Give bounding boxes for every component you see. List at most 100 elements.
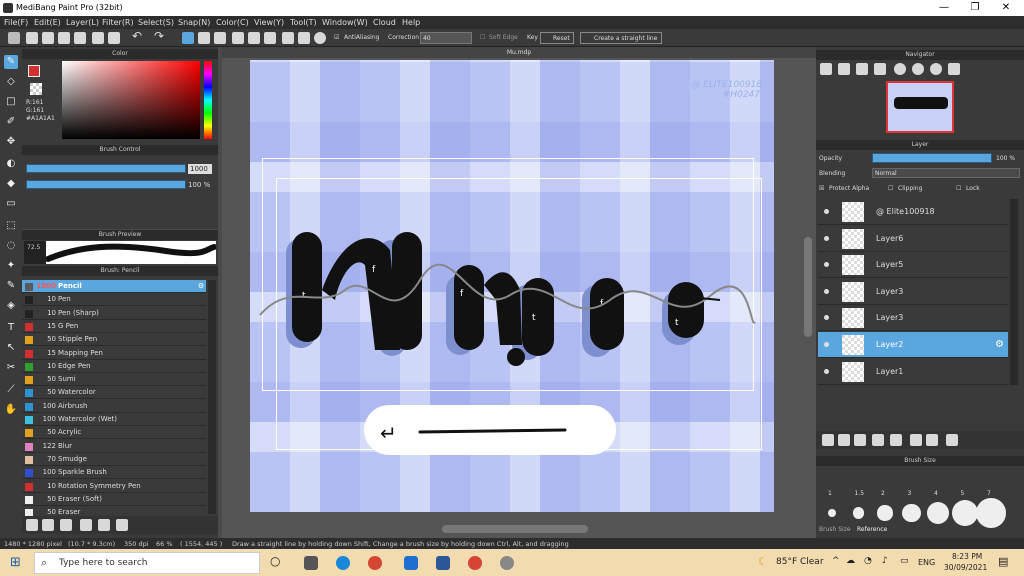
layer-row[interactable]: @ Elite100918 [818,199,1008,225]
navigator-thumbnail[interactable] [886,81,954,133]
brush-size-dot[interactable] [926,501,950,525]
menu-tool[interactable]: Tool(T) [290,18,317,27]
layer-row[interactable]: Layer1 [818,359,1008,385]
straight-line-button[interactable]: Create a straight line [580,32,662,44]
volume-icon[interactable]: ♪ [882,556,888,566]
brush-size-dot[interactable] [951,500,978,526]
bucket-tool-icon[interactable]: ◆ [4,177,18,191]
correction-dropdown[interactable]: 40 [420,32,472,44]
maximize-button[interactable]: ❐ [965,2,985,13]
grid-icon[interactable] [92,32,104,44]
select-eraser-icon[interactable]: ◈ [4,299,18,313]
brush-list-item[interactable]: 50 Acrylic [22,426,206,440]
nav-fit-icon[interactable] [856,63,868,75]
hue-slider[interactable] [204,61,212,139]
snap-circle-icon[interactable] [264,32,276,44]
document-tab[interactable]: Mu.mdp [222,47,816,58]
background-color-swatch[interactable] [30,83,42,95]
edge-browser-icon[interactable] [336,556,350,570]
brush-move-icon[interactable] [60,519,72,531]
brush-size-dot[interactable] [852,507,865,519]
panel-icon[interactable] [58,32,70,44]
move-tool-icon[interactable]: ✥ [4,135,18,149]
nav-reset-rotation-icon[interactable] [930,63,942,75]
blending-dropdown[interactable]: Normal [872,168,1020,178]
brush-list-item[interactable]: 1000 Pencil ⚙ [22,280,206,293]
lock-checkbox[interactable]: ☐ [956,185,961,192]
brush-duplicate-icon[interactable] [80,519,92,531]
menu-filter[interactable]: Filter(R) [102,18,134,27]
magic-wand-icon[interactable]: ✦ [4,259,18,273]
soft-edge-checkbox[interactable]: ☐ [480,34,485,41]
brush-list-item[interactable]: 70 Smudge [22,453,206,466]
windows-start-icon[interactable]: ⊞ [10,555,21,570]
brush-list-item[interactable]: 100 Watercolor (Wet) [22,413,206,426]
menu-window[interactable]: Window(W) [322,18,368,27]
brush-size-dot[interactable] [828,509,836,517]
canvas-horizontal-scrollbar[interactable] [442,525,588,533]
snap-off-icon[interactable] [182,32,194,44]
widgets-icon[interactable] [304,556,318,570]
layer-row[interactable]: Layer3 [818,305,1008,332]
brush-size-dot[interactable] [976,498,1006,528]
notification-icon[interactable]: ▤ [998,555,1008,568]
layer-visibility-icon[interactable] [824,288,829,294]
layer-settings-gear-icon[interactable]: ⚙ [995,332,1004,358]
clock-date[interactable]: 30/09/2021 [944,563,987,572]
snap-vanish-icon[interactable] [232,32,244,44]
battery-icon[interactable]: ▭ [900,556,909,566]
chrome-icon[interactable] [368,556,382,570]
brush-list-item[interactable]: 50 Eraser (Soft) [22,493,206,506]
antialiasing-checkbox[interactable]: ☑ [334,34,339,41]
brush-list-item[interactable]: 100 Sparkle Brush [22,466,206,480]
divide-tool-icon[interactable]: ✂ [4,361,18,375]
brush-folder-icon[interactable] [42,519,54,531]
select-tool-icon[interactable]: ⬚ [4,219,18,233]
layer-row[interactable]: Layer2 ⚙ [818,332,1008,358]
menu-edit[interactable]: Edit(E) [34,18,61,27]
eraser-tool-icon[interactable]: ◇ [4,75,18,89]
taskbar-search[interactable]: ⌕ Type here to search [34,552,260,574]
brush-list-item[interactable]: 15 Mapping Pen [22,347,206,360]
reset-button[interactable]: Reset [540,32,574,44]
select-pen-tool-icon[interactable]: ✎ [4,279,18,293]
snap-ellipse-icon[interactable] [298,32,310,44]
add-special-layer-icon[interactable] [872,434,884,446]
layer-folder-icon[interactable] [890,434,902,446]
crop-icon[interactable] [108,32,120,44]
file-explorer-icon[interactable] [404,556,418,570]
lasso-tool-icon[interactable]: ◌ [4,239,18,253]
brush-list-item[interactable]: 50 Sumi [22,373,206,387]
brush-list-item[interactable]: 15 G Pen [22,320,206,333]
task-view-icon[interactable]: ○ [270,554,280,568]
brush-size-dot[interactable] [902,503,921,523]
speech-bubble-icon[interactable] [42,32,54,44]
brush-list-item[interactable]: 100 Airbrush [22,400,206,413]
foreground-color-swatch[interactable] [28,65,40,77]
brush-opacity-slider[interactable] [26,180,186,189]
canvas-vertical-scrollbar[interactable] [804,237,812,337]
nav-zoom-out-icon[interactable] [838,63,850,75]
reference-tab[interactable]: Reference [857,526,887,533]
brush-list-item[interactable]: 10 Pen (Sharp) [22,307,206,320]
layer-visibility-icon[interactable] [824,315,829,321]
undo-icon[interactable]: ↶ [132,29,142,43]
brush-settings-gear-icon[interactable]: ⚙ [198,280,204,293]
brush-list-item[interactable]: 10 Pen [22,293,206,307]
drawing-canvas[interactable]: @ ELITE100918 #H0247 t f f t f t ↵ [250,60,774,512]
new-file-icon[interactable] [8,32,20,44]
brush-add-icon[interactable] [26,519,38,531]
chrome-profile-icon[interactable] [468,556,482,570]
wifi-icon[interactable]: ◔ [864,556,872,566]
layer-row[interactable]: Layer3 [818,279,1008,305]
menu-view[interactable]: View(Y) [254,18,284,27]
add-8bit-layer-icon[interactable] [854,434,866,446]
menu-select[interactable]: Select(S) [138,18,174,27]
text-tool-icon[interactable]: T [4,321,18,335]
brush-list-item[interactable]: 50 Watercolor [22,386,206,400]
menu-cloud[interactable]: Cloud [373,18,396,27]
brush-list-item[interactable]: 50 Stipple Pen [22,333,206,347]
medibang-icon[interactable] [500,556,514,570]
menu-layer[interactable]: Layer(L) [66,18,99,27]
redo-icon[interactable]: ↷ [154,29,164,43]
